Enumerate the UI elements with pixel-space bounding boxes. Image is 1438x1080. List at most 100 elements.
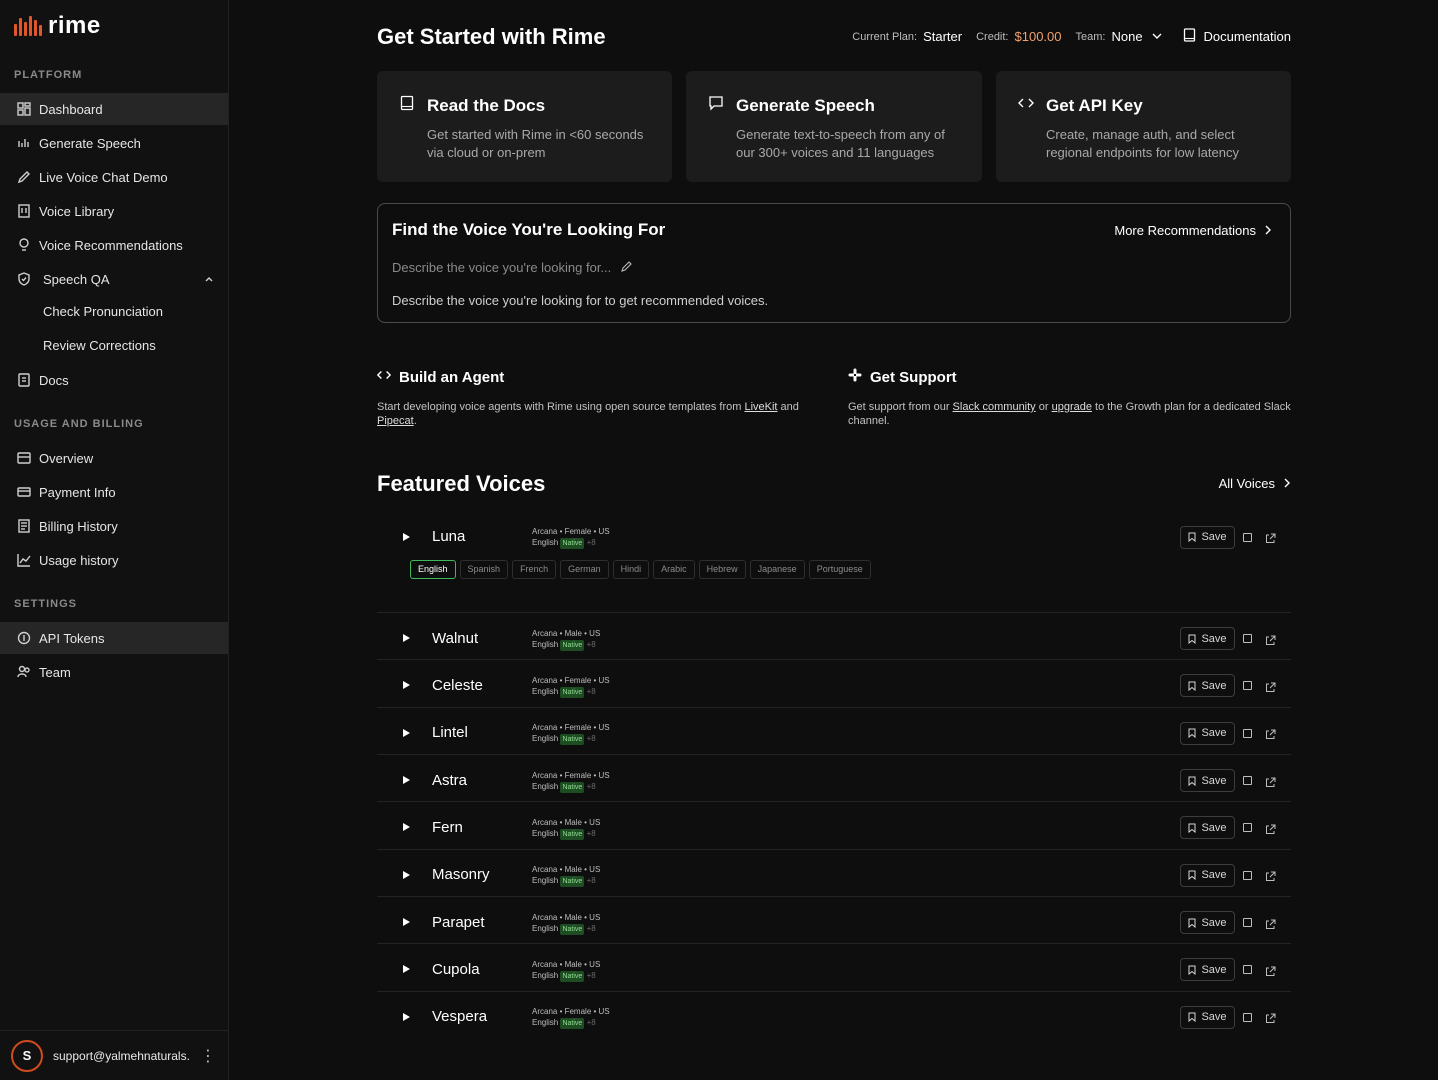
card-desc: Generate text-to-speech from any of our … [736,127,945,160]
sidebar-item-overview[interactable]: Overview [0,442,228,474]
inbox-icon [16,451,31,466]
external-link-icon[interactable] [1265,964,1276,982]
copy-icon[interactable] [1243,776,1252,786]
more-languages-count: +8 [586,923,596,933]
sidebar-item-speech-qa[interactable]: Speech QA [0,263,228,295]
copy-icon[interactable] [1243,965,1252,975]
kebab-menu-icon[interactable]: ⋮ [200,1046,216,1066]
external-link-icon[interactable] [1265,775,1276,793]
credit-label: Credit: [976,30,1009,43]
get-support-section: Get Support Get support from our Slack c… [848,368,1293,428]
save-button[interactable]: Save [1180,863,1235,887]
slack-community-link[interactable]: Slack community [953,401,1036,413]
save-button[interactable]: Save [1180,525,1235,549]
external-link-icon[interactable] [1265,633,1276,651]
voice-description-input[interactable]: Describe the voice you're looking for... [392,260,633,275]
copy-icon[interactable] [1243,634,1252,644]
voice-language-line: English Native +8 [532,970,600,982]
save-button[interactable]: Save [1180,1005,1235,1029]
chevron-up-icon[interactable] [204,272,214,287]
sidebar-item-voice-recommendations[interactable]: Voice Recommendations [0,229,228,261]
rime-logo[interactable]: rime [14,12,101,40]
team-select[interactable]: None [1111,29,1142,44]
card-get-api-key[interactable]: Get API Key Create, manage auth, and sel… [996,71,1291,182]
save-button[interactable]: Save [1180,816,1235,840]
sidebar-subitem-review-corrections[interactable]: Review Corrections [43,338,156,353]
code-icon [376,368,392,386]
all-voices-link[interactable]: All Voices [1219,476,1291,491]
more-recommendations-link[interactable]: More Recommendations [1114,223,1272,238]
copy-icon[interactable] [1243,1012,1252,1022]
voice-row[interactable]: Vespera Arcana • Female • US English Nativ… [377,990,1291,1038]
copy-icon[interactable] [1243,681,1252,691]
external-link-icon[interactable] [1265,917,1276,935]
copy-icon[interactable] [1243,870,1252,880]
sidebar-item-billing-history[interactable]: Billing History [0,510,228,542]
external-link-icon[interactable] [1265,1011,1276,1029]
external-link-icon[interactable] [1265,727,1276,745]
voice-row[interactable]: Celeste Arcana • Female • US English Nativ… [377,659,1291,706]
voice-row[interactable]: Astra Arcana • Female • US English Native … [377,753,1291,801]
card-generate-speech[interactable]: Generate Speech Generate text-to-speech … [686,71,982,182]
play-icon[interactable] [403,681,410,690]
external-link-icon[interactable] [1265,822,1276,840]
save-label: Save [1201,821,1227,834]
save-button[interactable]: Save [1180,721,1235,745]
save-button[interactable]: Save [1180,674,1235,698]
voice-row[interactable]: Fern Arcana • Male • US English Native +8 S… [377,801,1291,848]
avatar[interactable]: S [11,1039,43,1072]
save-button[interactable]: Save [1180,769,1235,793]
native-badge: Native [560,923,585,935]
chevron-down-icon[interactable] [1151,30,1163,44]
external-link-icon[interactable] [1265,869,1276,887]
save-button[interactable]: Save [1180,911,1235,935]
save-button[interactable]: Save [1180,627,1235,651]
voice-tags: Arcana • Female • US [532,770,610,780]
play-icon[interactable] [403,776,410,785]
play-icon[interactable] [403,1012,410,1021]
sidebar-subitem-check-pronunciation[interactable]: Check Pronunciation [43,304,163,319]
copy-icon[interactable] [1243,532,1252,542]
play-icon[interactable] [403,728,410,737]
external-link-icon[interactable] [1265,680,1276,698]
copy-icon[interactable] [1243,728,1252,738]
upgrade-link[interactable]: upgrade [1052,401,1092,413]
livekit-link[interactable]: LiveKit [744,401,777,413]
play-icon[interactable] [403,532,410,541]
sidebar-item-generate-speech[interactable]: Generate Speech [0,127,228,159]
sidebar-item-api-tokens[interactable]: API Tokens [0,622,228,654]
copy-icon[interactable] [1243,823,1252,833]
sidebar-item-usage-history[interactable]: Usage history [0,544,228,576]
voice-row[interactable]: Parapet Arcana • Male • US English Native … [377,895,1291,943]
play-icon[interactable] [403,634,410,643]
play-icon[interactable] [403,823,410,832]
copy-icon[interactable] [1243,918,1252,928]
pipecat-link[interactable]: Pipecat [377,415,414,427]
play-icon[interactable] [403,965,410,974]
user-email: support@yalmehnaturals... [53,1048,190,1063]
sidebar-item-docs[interactable]: Docs [0,364,228,396]
pencil-icon[interactable] [621,260,633,275]
voice-meta: Arcana • Male • US English Native +8 [532,912,600,935]
sidebar-item-label: Usage history [39,552,119,568]
voice-language: English [532,876,559,886]
card-read-docs[interactable]: Read the Docs Get started with Rime in <… [377,71,672,182]
voice-row[interactable]: Cupola Arcana • Male • US English Native +… [377,943,1291,990]
sidebar-item-payment-info[interactable]: Payment Info [0,476,228,508]
user-menu[interactable]: S support@yalmehnaturals... ⋮ [0,1030,228,1080]
sidebar-item-dashboard[interactable]: Dashboard [0,93,228,125]
voice-row[interactable]: Walnut Arcana • Male • US English Native +… [377,612,1291,659]
voice-row[interactable]: Luna Arcana • Female • US English Native +… [377,513,1291,612]
voice-row[interactable]: Lintel Arcana • Female • US English Native… [377,706,1291,754]
play-icon[interactable] [403,918,410,927]
voice-row[interactable]: Masonry Arcana • Male • US English Native … [377,848,1291,896]
play-icon[interactable] [403,870,410,879]
save-button[interactable]: Save [1180,958,1235,982]
sidebar-item-voice-library[interactable]: Voice Library [0,195,228,227]
voice-language-line: English Native +8 [532,686,610,698]
voice-meta: Arcana • Female • US English Native +8 [532,722,610,746]
external-link-icon[interactable] [1265,531,1276,549]
sidebar-item-live-voice-chat[interactable]: Live Voice Chat Demo [0,161,228,193]
sidebar-item-team[interactable]: Team [0,656,228,688]
documentation-link[interactable]: Documentation [1183,28,1291,45]
